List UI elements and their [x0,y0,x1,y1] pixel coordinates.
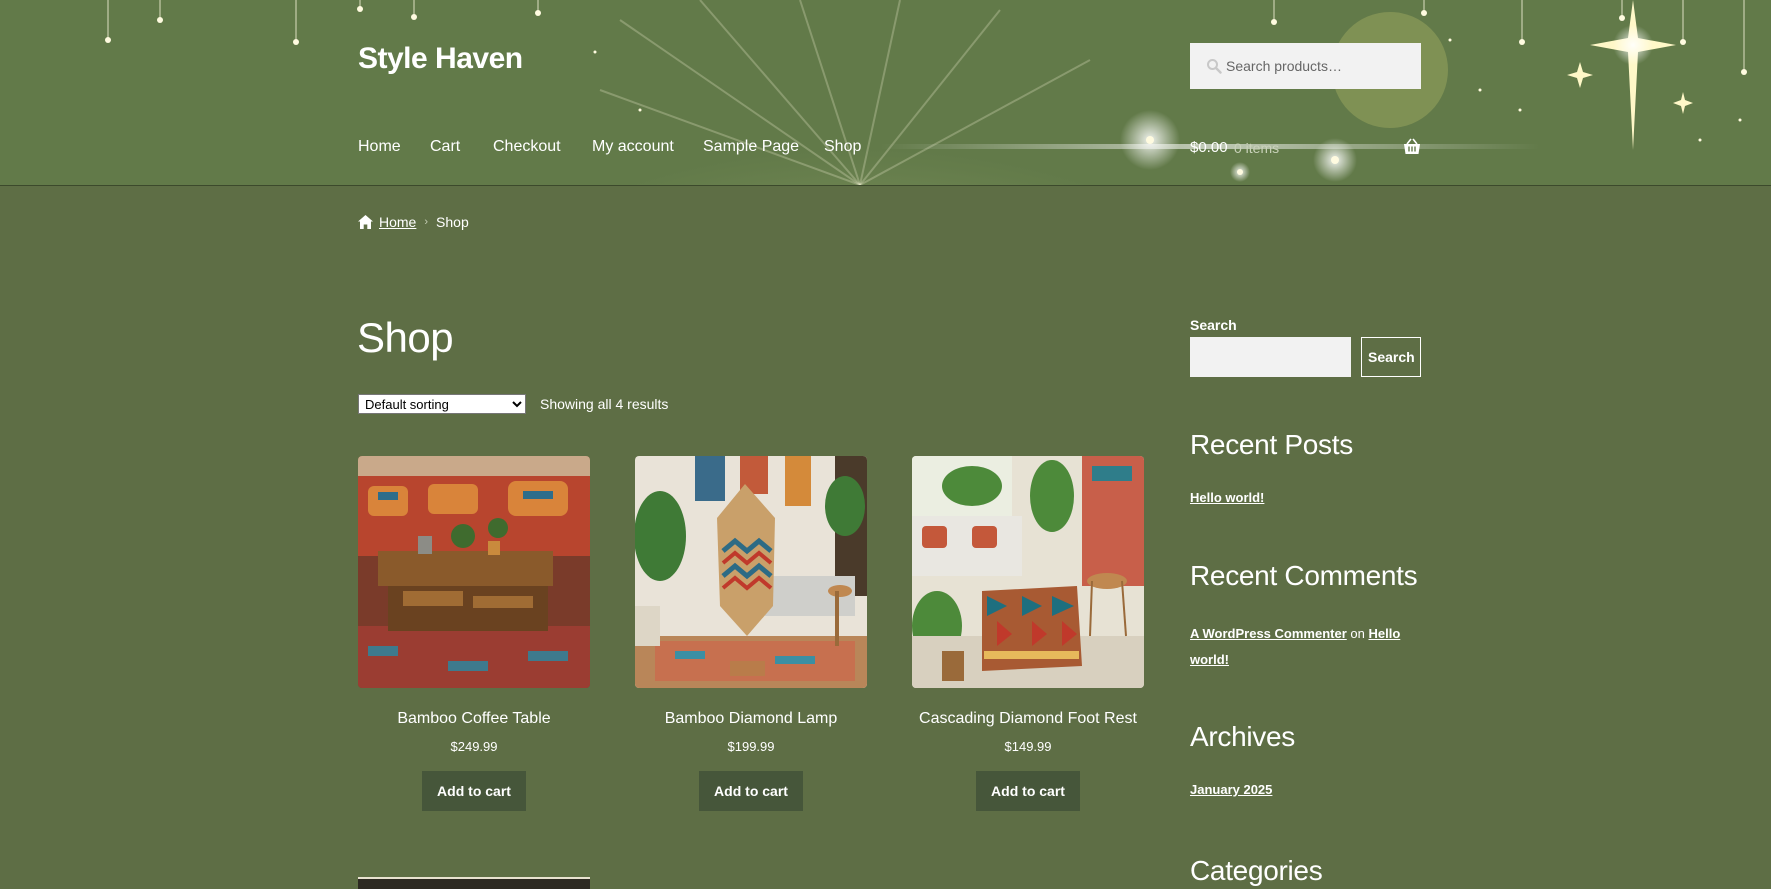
recent-posts-heading: Recent Posts [1190,429,1353,460]
coffee-table-image [358,456,590,688]
site-title[interactable]: Style Haven [358,42,523,76]
product-card: Bamboo Coffee Table $249.99 Add to cart [358,456,590,811]
search-icon [1207,59,1222,74]
product-image-link[interactable] [912,456,1144,688]
product-image-link[interactable] [358,456,590,688]
recent-comments-heading: Recent Comments [1190,560,1418,591]
diamond-lamp-image [635,456,867,688]
nav-cart[interactable]: Cart [430,138,460,156]
header-sparkle-decoration [105,0,1747,185]
add-to-cart-button[interactable]: Add to cart [422,771,526,811]
comment-connector: on [1350,626,1365,641]
sorting-select[interactable]: Default sorting [358,394,526,414]
search-widget-label: Search [1190,317,1237,333]
page-title: Shop [357,314,454,361]
product-card: Cascading Diamond Foot Rest $149.99 Add … [912,456,1144,811]
breadcrumb-current: Shop [436,214,469,230]
product-image-partial[interactable] [358,877,590,889]
basket-icon [1404,138,1420,154]
breadcrumb-home-link[interactable]: Home [379,214,416,230]
foot-rest-image [912,456,1144,688]
breadcrumb-separator-icon: › [424,216,429,228]
archive-link[interactable]: January 2025 [1190,782,1272,797]
product-name[interactable]: Bamboo Coffee Table [358,710,590,728]
product-search-input[interactable] [1226,43,1416,89]
recent-comment-item: A WordPress Commenter on Hello world! [1190,621,1421,673]
product-image-link[interactable] [635,456,867,688]
cart-item-count: 0 items [1234,140,1280,156]
product-search-box[interactable] [1190,43,1421,89]
recent-post-link[interactable]: Hello world! [1190,490,1264,505]
categories-heading: Categories [1190,855,1323,886]
product-price: $199.99 [727,739,775,754]
nav-home[interactable]: Home [358,138,401,156]
archives-heading: Archives [1190,721,1295,752]
comment-author-link[interactable]: A WordPress Commenter [1190,626,1347,641]
nav-sample-page[interactable]: Sample Page [703,138,799,156]
nav-checkout[interactable]: Checkout [493,138,561,156]
product-card: Bamboo Diamond Lamp $199.99 Add to cart [635,456,867,811]
add-to-cart-button[interactable]: Add to cart [976,771,1080,811]
site-header: Style Haven Home Cart Checkout My accoun… [0,0,1771,186]
cart-total: $0.00 [1190,139,1228,156]
product-price: $149.99 [1004,739,1052,754]
nav-my-account[interactable]: My account [592,138,674,156]
product-price: $249.99 [450,739,498,754]
header-cart-link[interactable]: $0.00 0 items [1190,138,1421,160]
result-count: Showing all 4 results [540,396,669,412]
product-name[interactable]: Bamboo Diamond Lamp [635,710,867,728]
home-icon [358,215,373,229]
add-to-cart-button[interactable]: Add to cart [699,771,803,811]
product-name[interactable]: Cascading Diamond Foot Rest [912,710,1144,728]
search-widget-input[interactable] [1190,337,1351,377]
nav-shop[interactable]: Shop [824,138,861,156]
search-widget-button[interactable]: Search [1361,337,1421,377]
breadcrumb: Home › Shop [358,212,469,232]
